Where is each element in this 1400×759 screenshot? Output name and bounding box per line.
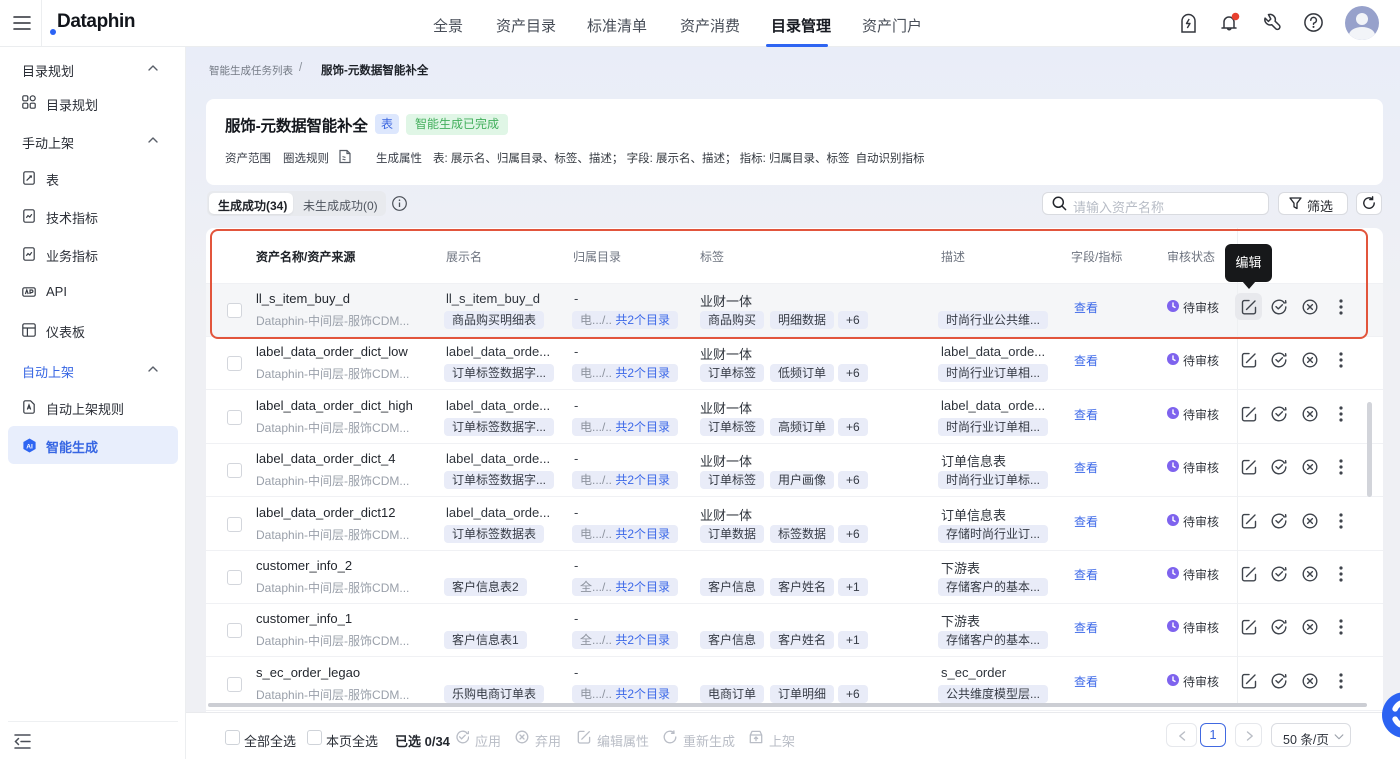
svg-text:AI: AI [26, 443, 33, 450]
